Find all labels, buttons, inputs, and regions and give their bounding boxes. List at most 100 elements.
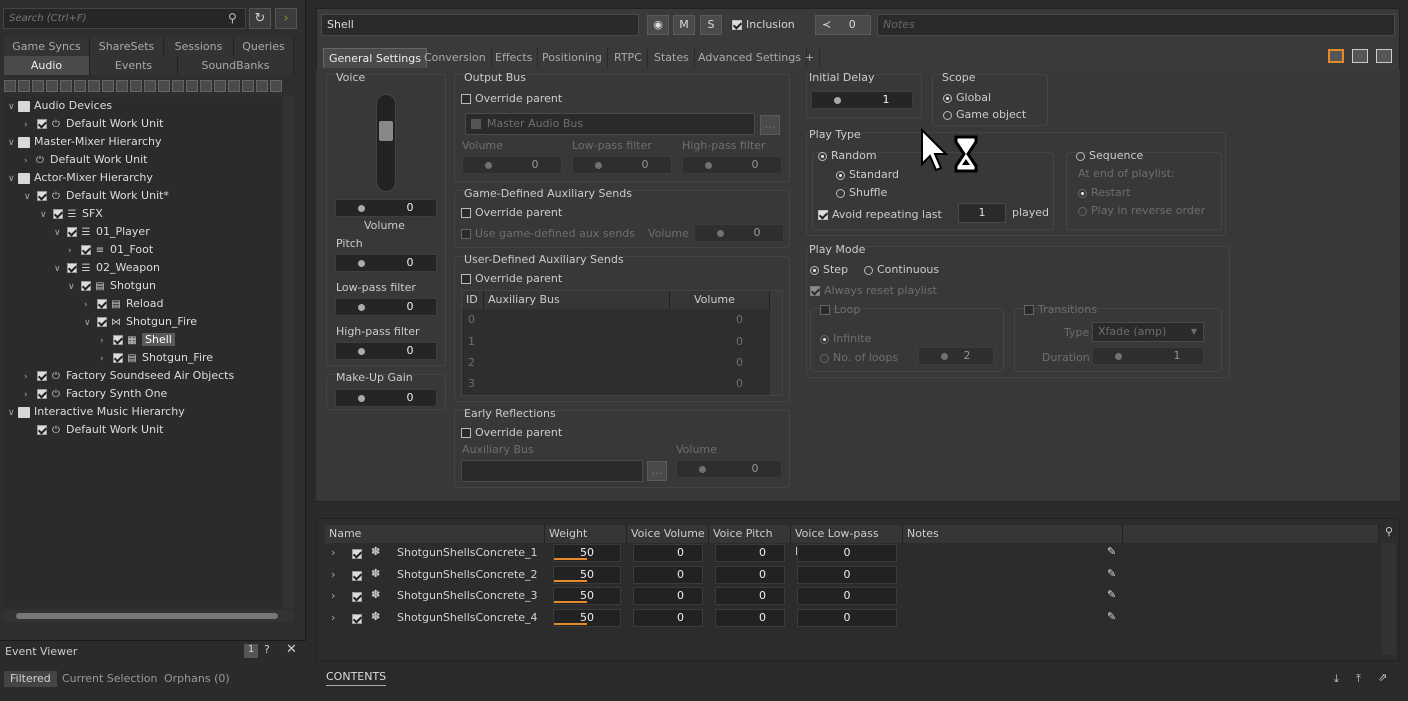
toolbar-icon[interactable] <box>158 80 170 92</box>
shuffle-radio[interactable]: Shuffle <box>836 186 887 199</box>
chevron-down-icon[interactable]: ∨ <box>40 206 50 224</box>
radio[interactable] <box>1078 188 1087 198</box>
checkbox[interactable] <box>352 592 362 602</box>
close-icon[interactable]: ✕ <box>286 642 297 657</box>
ob-lpf-slider[interactable]: 0 <box>572 156 672 174</box>
tab-rtpc[interactable]: RTPC <box>609 48 648 68</box>
checkbox[interactable] <box>53 209 63 219</box>
notes-field[interactable]: Notes <box>877 14 1395 36</box>
scope-global-radio[interactable]: Global <box>943 91 991 104</box>
standard-radio[interactable]: Standard <box>836 168 899 181</box>
checkbox[interactable] <box>37 425 47 435</box>
voice-volume-slider[interactable]: 0 <box>633 587 703 605</box>
tab-positioning[interactable]: Positioning <box>537 48 608 68</box>
weight-slider[interactable]: 50 <box>553 608 621 627</box>
toolbar-icon[interactable] <box>32 80 44 92</box>
upload-icon[interactable]: ⤒ <box>1356 672 1361 686</box>
random-radio[interactable]: Random <box>818 149 877 162</box>
solo-button[interactable]: S <box>700 15 722 35</box>
chevron-down-icon[interactable]: ∨ <box>8 134 18 152</box>
tab-add[interactable]: + <box>800 48 821 68</box>
early-aux-field[interactable] <box>461 460 643 482</box>
radio[interactable] <box>836 188 845 198</box>
checkbox[interactable] <box>81 245 91 255</box>
chevron-down-icon[interactable]: ∨ <box>54 260 64 278</box>
tree-item[interactable]: › ≡ 01_Foot <box>68 241 153 259</box>
tab-queries[interactable]: Queries <box>234 37 294 56</box>
tab-effects[interactable]: Effects <box>490 48 539 68</box>
tree-item[interactable]: › ⏻ Factory Synth One <box>24 385 167 403</box>
refresh-button[interactable]: ↻ <box>249 8 271 29</box>
output-bus-browse[interactable]: … <box>760 115 780 135</box>
tree-scrollbar[interactable] <box>283 97 294 607</box>
tab-orphans[interactable]: Orphans (0) <box>164 671 230 687</box>
tree-item[interactable]: ∨ ☰ 02_Weapon <box>54 259 160 277</box>
checkbox[interactable] <box>37 371 47 381</box>
game-aux-override[interactable]: Override parent <box>461 206 562 219</box>
tab-advanced-settings[interactable]: Advanced Settings <box>693 48 807 68</box>
radio[interactable] <box>1076 151 1085 161</box>
checkbox[interactable] <box>461 428 471 438</box>
loop-checkbox[interactable]: Loop <box>820 303 860 316</box>
tree-item-selected[interactable]: › ▦ Shell <box>100 331 175 349</box>
output-override-checkbox[interactable]: Override parent <box>461 92 562 105</box>
weight-slider[interactable]: 50 <box>553 544 621 562</box>
checkbox[interactable] <box>352 570 362 581</box>
chevron-right-icon[interactable]: › <box>331 589 335 602</box>
chevron-right-icon[interactable]: › <box>24 116 34 134</box>
chevron-down-icon[interactable]: ∨ <box>54 224 64 242</box>
chevron-right-icon[interactable]: › <box>84 296 94 314</box>
tab-filtered[interactable]: Filtered <box>4 671 57 687</box>
radio[interactable] <box>943 93 952 103</box>
weight-slider[interactable]: 50 <box>553 587 621 605</box>
toolbar-icon[interactable] <box>186 80 198 92</box>
continuous-radio[interactable]: Continuous <box>864 263 939 276</box>
forward-button[interactable]: › <box>275 8 297 29</box>
loops-stepper[interactable]: 2 <box>918 347 994 365</box>
toolbar-icon[interactable] <box>74 80 86 92</box>
toolbar-icon[interactable] <box>270 80 282 92</box>
checkbox[interactable] <box>818 210 828 220</box>
radio[interactable] <box>820 334 829 344</box>
tab-sessions[interactable]: Sessions <box>164 37 234 56</box>
early-aux-browse[interactable]: … <box>647 461 667 481</box>
tab-events[interactable]: Events <box>90 56 178 75</box>
tree-item[interactable]: › ▤ Shotgun_Fire <box>100 349 213 367</box>
toolbar-icon[interactable] <box>228 80 240 92</box>
checkbox[interactable] <box>461 274 471 284</box>
toolbar-icon[interactable] <box>60 80 72 92</box>
radio[interactable] <box>810 265 819 275</box>
tree-item[interactable]: ∨ Actor-Mixer Hierarchy <box>8 169 153 187</box>
voice-volume-slider[interactable]: 0 <box>633 544 703 562</box>
share-button[interactable]: ≺ 0 <box>815 15 871 35</box>
chevron-right-icon[interactable]: › <box>24 368 34 386</box>
voice-lpf-slider[interactable]: 0 <box>797 587 897 605</box>
voice-lpf-slider[interactable]: 0 <box>797 565 897 584</box>
edit-notes-icon[interactable]: ✎ <box>1107 545 1116 558</box>
radio[interactable] <box>864 265 873 275</box>
avoid-repeat-stepper[interactable]: 1 <box>958 203 1006 223</box>
chevron-right-icon[interactable]: › <box>100 350 110 368</box>
ob-hpf-slider[interactable]: 0 <box>682 156 782 174</box>
no-loops-radio[interactable]: No. of loops <box>820 351 898 364</box>
radio[interactable] <box>836 170 845 180</box>
makeup-slider[interactable]: 0 <box>335 389 437 407</box>
table-row[interactable]: › ✽ ShotgunShellsConcrete_1 50 0 0 0 ✎ <box>317 543 1382 564</box>
tree-item[interactable]: ∨ ☰ SFX <box>40 205 103 223</box>
checkbox[interactable] <box>732 20 742 30</box>
event-viewer-badge[interactable]: 1 <box>244 644 258 658</box>
radio[interactable] <box>820 353 829 363</box>
checkbox[interactable] <box>820 305 830 315</box>
initial-delay-slider[interactable]: 1 <box>811 91 913 109</box>
layout-single-icon[interactable] <box>1328 49 1344 63</box>
chevron-down-icon[interactable]: ∨ <box>24 188 34 206</box>
checkbox[interactable] <box>810 286 820 296</box>
voice-lpf-slider[interactable]: 0 <box>797 544 897 562</box>
chevron-down-icon[interactable]: ∨ <box>8 404 18 422</box>
tab-sharesets[interactable]: ShareSets <box>90 37 164 56</box>
volume-slider[interactable]: 0 <box>335 199 437 217</box>
tab-general-settings[interactable]: General Settings <box>323 48 427 68</box>
search-icon[interactable]: ⚲ <box>1380 525 1398 538</box>
toolbar-icon[interactable] <box>214 80 226 92</box>
toolbar-icon[interactable] <box>88 80 100 92</box>
